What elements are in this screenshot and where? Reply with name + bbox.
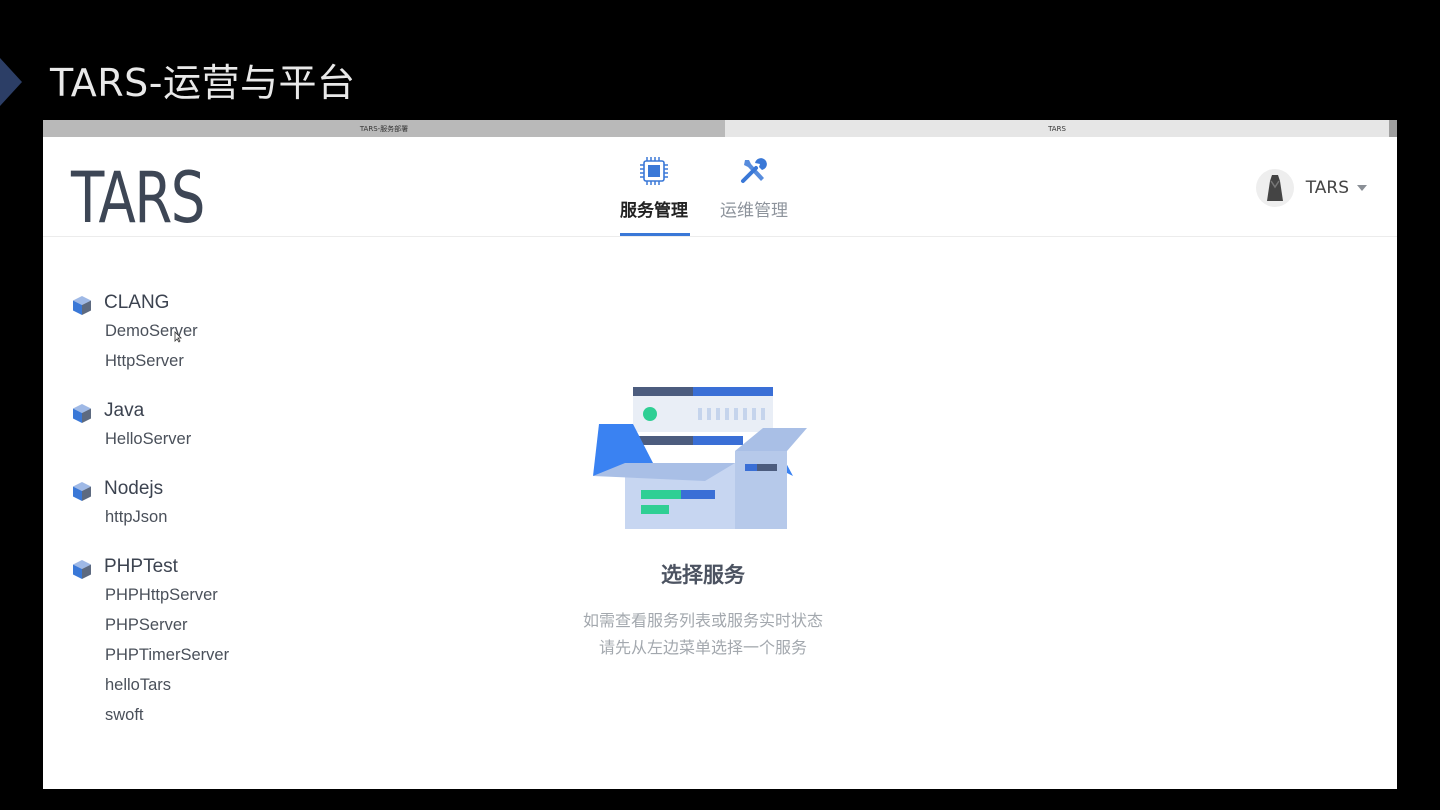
- tab-strip-end: [1389, 120, 1397, 137]
- user-avatar: [1255, 169, 1294, 207]
- empty-state-description-line: 请先从左边菜单选择一个服务: [598, 638, 807, 657]
- server-item-helloserver[interactable]: HelloServer: [105, 424, 371, 454]
- browser-tab-tars[interactable]: TARS: [725, 120, 1389, 137]
- browser-tab-service-deploy[interactable]: TARS-服务部署: [43, 120, 725, 137]
- slide-arrow-decoration: [0, 58, 22, 106]
- empty-state-title: 选择服务: [661, 563, 745, 587]
- nav-active-indicator: [620, 233, 690, 236]
- app-group-header[interactable]: Java: [71, 398, 371, 424]
- app-group-name: CLANG: [104, 292, 170, 313]
- app-group-header[interactable]: CLANG: [71, 290, 371, 316]
- mouse-cursor-icon: [174, 331, 182, 343]
- app-header: TARS 服务管理 运维管理 TARS: [43, 137, 1397, 237]
- server-item-phptimerserver[interactable]: PHPTimerServer: [105, 640, 371, 670]
- cube-icon: [73, 560, 91, 579]
- server-item-httpserver[interactable]: HttpServer: [105, 346, 371, 376]
- nav-ops-management-label: 运维管理: [720, 201, 788, 221]
- server-item-hellotars[interactable]: helloTars: [105, 670, 371, 700]
- app-group-header[interactable]: Nodejs: [71, 476, 371, 502]
- nav-service-management-label: 服务管理: [620, 201, 688, 221]
- empty-state-description: 如需查看服务列表或服务实时状态 请先从左边菜单选择一个服务: [553, 607, 853, 661]
- app-group-name: PHPTest: [104, 556, 178, 577]
- app-group-header[interactable]: PHPTest: [71, 554, 371, 580]
- open-box-illustration: [593, 387, 807, 529]
- cube-icon: [73, 296, 91, 315]
- empty-state: 选择服务 如需查看服务列表或服务实时状态 请先从左边菜单选择一个服务: [553, 375, 853, 661]
- empty-state-description-line: 如需查看服务列表或服务实时状态: [582, 611, 823, 630]
- user-name: TARS: [1305, 178, 1349, 198]
- browser-window: TARS-服务部署 TARS TARS 服务管理 运维管理 TARS CLANG…: [43, 120, 1397, 789]
- app-group-clang: CLANG DemoServer HttpServer: [71, 290, 371, 376]
- app-group-java: Java HelloServer: [71, 398, 371, 454]
- app-group-nodejs: Nodejs httpJson: [71, 476, 371, 532]
- main-nav: 服务管理 运维管理: [618, 137, 818, 236]
- server-item-httpjson[interactable]: httpJson: [105, 502, 371, 532]
- browser-tab-strip: TARS-服务部署 TARS: [43, 120, 1397, 137]
- avatar-figure-icon: [1266, 175, 1283, 201]
- nav-ops-management[interactable]: 运维管理: [718, 137, 790, 236]
- cube-icon: [73, 482, 91, 501]
- server-item-demoserver[interactable]: DemoServer: [105, 316, 371, 346]
- app-group-name: Java: [104, 400, 145, 421]
- caret-down-icon: [1357, 185, 1367, 191]
- app-group-phptest: PHPTest PHPHttpServer PHPServer PHPTimer…: [71, 554, 371, 730]
- user-menu[interactable]: TARS: [1255, 169, 1367, 207]
- tars-logo[interactable]: TARS: [71, 163, 205, 233]
- server-item-phphttpserver[interactable]: PHPHttpServer: [105, 580, 371, 610]
- service-tree: CLANG DemoServer HttpServer Java HelloSe…: [71, 290, 371, 752]
- nav-service-management[interactable]: 服务管理: [618, 137, 690, 236]
- server-item-swoft[interactable]: swoft: [105, 700, 371, 730]
- app-group-name: Nodejs: [104, 478, 164, 499]
- cube-icon: [73, 404, 91, 423]
- server-item-phpserver[interactable]: PHPServer: [105, 610, 371, 640]
- chip-icon: [640, 157, 668, 185]
- wrench-screwdriver-icon: [741, 158, 767, 183]
- slide-title: TARS-运营与平台: [50, 61, 356, 105]
